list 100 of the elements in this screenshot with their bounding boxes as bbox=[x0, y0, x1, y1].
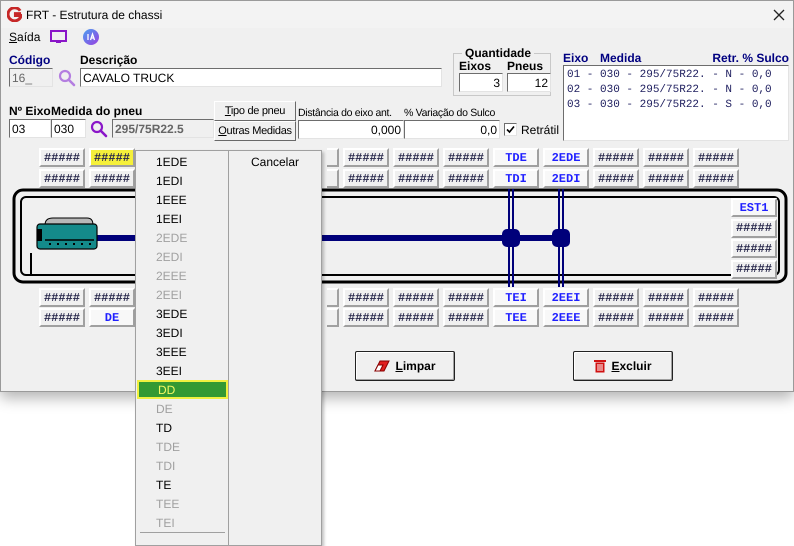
menu-item[interactable]: Cancelar bbox=[250, 154, 300, 171]
tire-position-button[interactable]: ##### bbox=[343, 169, 389, 188]
menu-item[interactable]: 3EEI bbox=[137, 361, 228, 380]
form-button[interactable]: Outras Medidas bbox=[214, 121, 296, 141]
group-title: Quantidade bbox=[462, 46, 534, 60]
menu-item[interactable]: Saída bbox=[9, 28, 40, 46]
tread-variation-field[interactable]: 0,0 bbox=[404, 120, 500, 139]
tire-position-button[interactable]: ##### bbox=[89, 169, 135, 188]
tire-position-button[interactable]: DE bbox=[89, 308, 135, 327]
tire-position-button[interactable]: TEI bbox=[493, 288, 539, 307]
menu-item[interactable]: TD bbox=[137, 418, 228, 437]
tire-position-button[interactable]: ##### bbox=[343, 148, 389, 167]
field-label: Eixos bbox=[459, 60, 492, 73]
engine-icon bbox=[36, 217, 98, 250]
tire-position-button[interactable]: ##### bbox=[343, 288, 389, 307]
tire-position-button[interactable]: ##### bbox=[643, 288, 689, 307]
tire-size-description-field[interactable]: 295/75R22.5 bbox=[112, 119, 214, 138]
checkmark-icon bbox=[506, 125, 515, 134]
tire-position-button[interactable] bbox=[327, 148, 339, 167]
search-icon[interactable] bbox=[58, 68, 76, 86]
action-button[interactable]: Limpar bbox=[355, 351, 455, 381]
list-column-header: Eixo bbox=[563, 52, 590, 64]
tire-position-button[interactable]: ##### bbox=[693, 169, 739, 188]
field-label: Nº Eixo bbox=[9, 104, 51, 118]
app-logo-icon bbox=[7, 7, 22, 22]
form-button[interactable]: Tipo de pneu bbox=[214, 101, 296, 121]
code-field[interactable]: 16_ bbox=[9, 68, 53, 87]
menu-item[interactable]: TE bbox=[137, 475, 228, 494]
tire-position-button[interactable]: 2EEE bbox=[543, 308, 589, 327]
tire-position-button[interactable]: ##### bbox=[693, 308, 739, 327]
field-label: % Variação do Sulco bbox=[404, 106, 496, 120]
tire-size-field[interactable]: 030 bbox=[51, 119, 86, 138]
tire-position-button[interactable]: ##### bbox=[39, 169, 85, 188]
field-label: Pneus bbox=[507, 60, 544, 73]
tire-position-button[interactable]: 2EDE bbox=[543, 148, 589, 167]
tire-position-button[interactable]: ##### bbox=[593, 169, 639, 188]
list-column-header: Medida bbox=[600, 52, 642, 64]
menu-item[interactable]: 1EEI bbox=[137, 209, 228, 228]
list-column-header: Retr. bbox=[711, 52, 739, 64]
tire-position-button[interactable]: ##### bbox=[443, 288, 489, 307]
action-button[interactable]: Excluir bbox=[573, 351, 673, 381]
axle-distance-field[interactable]: 0,000 bbox=[298, 120, 404, 139]
tire-position-button[interactable]: 2EDI bbox=[543, 169, 589, 188]
description-field[interactable]: CAVALO TRUCK bbox=[80, 68, 442, 87]
tire-position-button[interactable]: ##### bbox=[39, 148, 85, 167]
list-row[interactable]: 02 - 030 - 295/75R22. - N - 0,0 bbox=[567, 83, 785, 98]
tire-position-button[interactable]: ##### bbox=[393, 308, 439, 327]
menu-item[interactable]: 3EDE bbox=[137, 304, 228, 323]
tire-position-button[interactable]: ##### bbox=[643, 169, 689, 188]
list-column-header: % Sulco bbox=[741, 52, 789, 64]
tire-position-button[interactable]: ##### bbox=[89, 288, 135, 307]
tire-position-button[interactable]: ##### bbox=[343, 308, 389, 327]
menu-item[interactable]: 3EDI bbox=[137, 323, 228, 342]
assistant-icon[interactable] bbox=[83, 29, 100, 45]
tire-position-button[interactable]: TDE bbox=[493, 148, 539, 167]
tire-position-button[interactable]: TEE bbox=[493, 308, 539, 327]
trash-icon bbox=[594, 359, 606, 373]
count-field[interactable]: 12 bbox=[507, 73, 551, 92]
list-row[interactable]: 01 - 030 - 295/75R22. - N - 0,0 bbox=[567, 68, 785, 83]
tire-position-button[interactable] bbox=[327, 288, 339, 307]
tire-position-button[interactable]: ##### bbox=[693, 148, 739, 167]
tire-position-button[interactable]: ##### bbox=[393, 148, 439, 167]
menu-item[interactable]: 1EDI bbox=[137, 171, 228, 190]
tire-position-button[interactable]: ##### bbox=[39, 288, 85, 307]
monitor-icon[interactable] bbox=[50, 30, 68, 44]
list-row[interactable]: 03 - 030 - 295/75R22. - S - 0,0 bbox=[567, 98, 785, 113]
field-label: Distância do eixo ant. bbox=[298, 106, 393, 120]
tire-position-button[interactable] bbox=[327, 169, 339, 188]
field-label: Medida do pneu bbox=[51, 104, 144, 118]
tire-position-button[interactable]: ##### bbox=[593, 148, 639, 167]
tire-position-button[interactable]: ##### bbox=[731, 218, 777, 238]
tire-position-button[interactable]: ##### bbox=[693, 288, 739, 307]
menu-item[interactable]: 3EEE bbox=[137, 342, 228, 361]
tire-position-button[interactable]: ##### bbox=[393, 288, 439, 307]
count-field[interactable]: 3 bbox=[459, 73, 503, 92]
tire-position-button[interactable]: ##### bbox=[39, 308, 85, 327]
checkbox-label: Retrátil bbox=[521, 122, 560, 138]
tire-position-button[interactable]: ##### bbox=[643, 148, 689, 167]
tire-position-button[interactable]: TDI bbox=[493, 169, 539, 188]
tire-position-button[interactable]: EST1 bbox=[731, 198, 777, 217]
tire-position-button[interactable]: 2EEI bbox=[543, 288, 589, 307]
tire-position-button[interactable]: ##### bbox=[731, 260, 777, 278]
axle-number-field[interactable]: 03 bbox=[9, 119, 51, 138]
tire-position-button[interactable]: ##### bbox=[643, 308, 689, 327]
tire-position-button[interactable]: ##### bbox=[731, 239, 777, 258]
tire-position-button[interactable]: ##### bbox=[443, 308, 489, 327]
tire-position-button[interactable] bbox=[327, 308, 339, 327]
retractable-checkbox[interactable] bbox=[504, 123, 517, 136]
close-icon[interactable] bbox=[773, 8, 785, 20]
tire-position-button[interactable]: ##### bbox=[393, 169, 439, 188]
tire-position-button[interactable]: ##### bbox=[593, 288, 639, 307]
tire-position-button[interactable]: ##### bbox=[443, 169, 489, 188]
window-title: FRT - Estrutura de chassi bbox=[26, 6, 162, 24]
menu-item[interactable]: 1EEE bbox=[137, 190, 228, 209]
tire-position-button[interactable]: ##### bbox=[593, 308, 639, 327]
search-icon[interactable] bbox=[90, 120, 108, 138]
field-label: Código bbox=[9, 53, 52, 67]
tire-position-button[interactable]: ##### bbox=[89, 148, 135, 167]
tire-position-button[interactable]: ##### bbox=[443, 148, 489, 167]
menu-item[interactable]: 1EDE bbox=[137, 152, 228, 171]
